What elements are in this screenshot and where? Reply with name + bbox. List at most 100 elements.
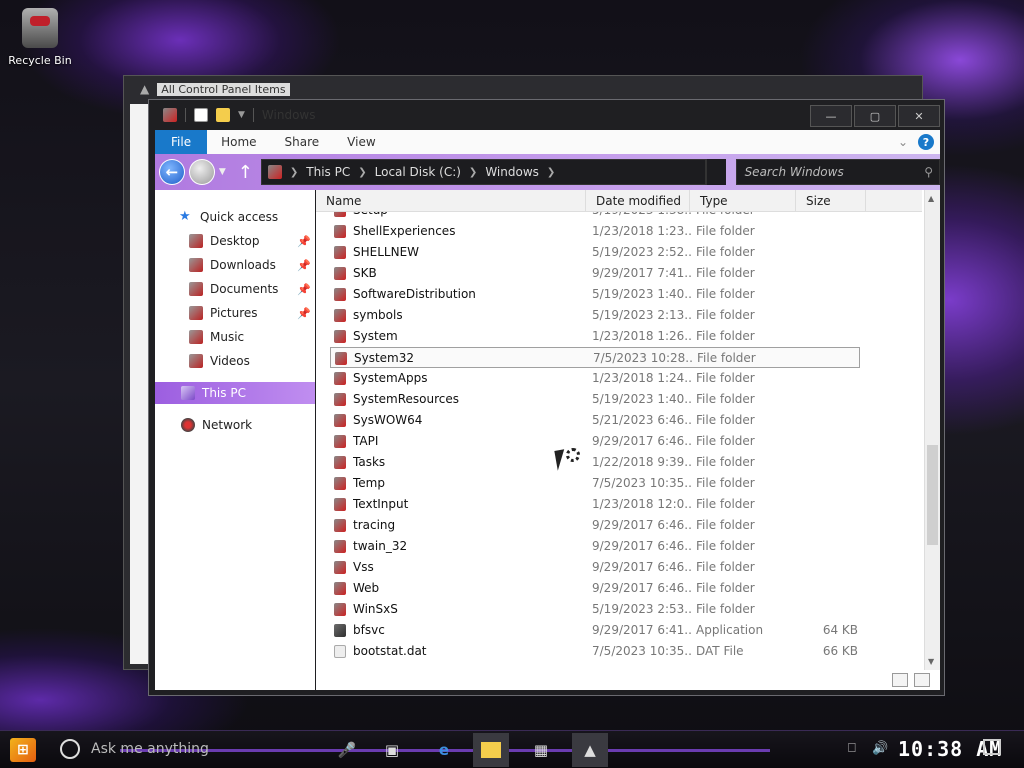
file-date: 1/23/2018 1:26... — [592, 329, 692, 343]
nav-item-downloads[interactable]: Downloads 📌 — [155, 254, 315, 276]
volume-icon[interactable]: 🔊 — [872, 741, 888, 756]
tab-home[interactable]: Home — [207, 130, 270, 154]
table-row[interactable]: System32 7/5/2023 10:28... File folder — [330, 347, 860, 368]
folder-icon — [334, 212, 346, 217]
nav-item-music[interactable]: Music — [155, 326, 315, 348]
table-row[interactable]: SystemResources 5/19/2023 1:40... File fol… — [316, 389, 922, 410]
table-row[interactable]: TAPI 9/29/2017 6:46... File folder — [316, 431, 922, 452]
table-row[interactable]: SystemApps 1/23/2018 1:24... File folder — [316, 368, 922, 389]
search-placeholder: Search Windows — [744, 165, 844, 179]
action-center-icon[interactable] — [983, 739, 1001, 755]
pin-icon[interactable]: 📌 — [297, 235, 311, 248]
table-row[interactable]: System 1/23/2018 1:26... File folder — [316, 326, 922, 347]
file-size: 64 KB — [822, 623, 858, 637]
up-button[interactable]: ↑ — [238, 162, 253, 183]
edge-icon[interactable]: e — [433, 739, 455, 761]
search-input[interactable]: Search Windows ⚲ — [735, 159, 940, 185]
details-view-icon[interactable] — [892, 673, 908, 687]
back-button[interactable]: ← — [159, 159, 185, 185]
breadcrumb-windows[interactable]: Windows — [485, 165, 539, 179]
breadcrumb-local-disk[interactable]: Local Disk (C:) — [375, 165, 461, 179]
customize-quick-access-icon[interactable]: ▼ — [238, 110, 245, 120]
file-size — [796, 599, 858, 620]
large-icons-view-icon[interactable] — [914, 673, 930, 687]
forward-button[interactable] — [188, 159, 215, 185]
recent-locations-chevron-icon[interactable]: ▼ — [219, 167, 226, 177]
table-row[interactable]: Vss 9/29/2017 6:46... File folder — [316, 557, 922, 578]
nav-network[interactable]: Network — [155, 414, 315, 436]
expand-ribbon-icon[interactable]: ⌄ — [898, 135, 908, 149]
nav-this-pc[interactable]: This PC — [155, 382, 315, 404]
pin-icon[interactable]: 📌 — [297, 259, 311, 272]
table-row[interactable]: twain_32 9/29/2017 6:46... File folder — [316, 536, 922, 557]
column-type[interactable]: Type — [690, 190, 796, 212]
recycle-bin-icon — [22, 8, 58, 48]
table-row[interactable]: bfsvc 9/29/2017 6:41... Application 64 KB — [316, 620, 922, 641]
file-size: 66 KB — [822, 644, 858, 658]
table-row[interactable]: tracing 9/29/2017 6:46... File folder — [316, 515, 922, 536]
chevron-right-icon[interactable]: ❯ — [290, 167, 298, 178]
table-row[interactable]: SysWOW64 5/21/2023 6:46... File folder — [316, 410, 922, 431]
vertical-scrollbar[interactable]: ▲ ▼ — [924, 190, 940, 670]
table-row[interactable]: symbols 5/19/2023 2:13... File folder — [316, 305, 922, 326]
scroll-up-icon[interactable]: ▲ — [928, 194, 934, 203]
cortana-icon[interactable] — [60, 739, 80, 759]
address-bar[interactable]: ❯ This PC ❯ Local Disk (C:) ❯ Windows ❯ — [260, 159, 706, 185]
microphone-icon[interactable]: 🎤 — [336, 739, 358, 761]
breadcrumb-this-pc[interactable]: This PC — [306, 165, 350, 179]
control-panel-content — [130, 104, 150, 664]
table-row[interactable]: Temp 7/5/2023 10:35... File folder — [316, 473, 922, 494]
column-size[interactable]: Size — [796, 190, 866, 212]
table-row[interactable]: bootstat.dat 7/5/2023 10:35... DAT File 66 … — [316, 641, 922, 662]
new-folder-icon[interactable] — [216, 108, 230, 122]
maximize-button[interactable]: ▢ — [854, 105, 896, 127]
properties-icon[interactable] — [194, 108, 208, 122]
pin-icon[interactable]: 📌 — [297, 307, 311, 320]
task-view-icon[interactable]: ▣ — [381, 739, 403, 761]
nav-item-desktop[interactable]: Desktop 📌 — [155, 230, 315, 252]
pin-icon[interactable]: 📌 — [297, 283, 311, 296]
nav-item-documents[interactable]: Documents 📌 — [155, 278, 315, 300]
refresh-button[interactable] — [705, 159, 726, 185]
column-name[interactable]: Name — [316, 190, 586, 212]
chevron-right-icon[interactable]: ❯ — [358, 167, 366, 178]
start-button[interactable]: ⊞ — [10, 738, 36, 762]
file-explorer-icon[interactable] — [473, 733, 509, 767]
table-row[interactable]: SHELLNEW 5/19/2023 2:52... File folder — [316, 242, 922, 263]
table-row[interactable]: TextInput 1/23/2018 12:0... File folder — [316, 494, 922, 515]
control-panel-taskbar-icon[interactable]: ▲ — [572, 733, 608, 767]
column-date-modified[interactable]: Date modified — [586, 190, 690, 212]
table-row[interactable]: Setup 5/19/2023 1:38... File folder — [316, 212, 922, 221]
nav-item-videos[interactable]: Videos — [155, 350, 315, 372]
table-row[interactable]: ShellExperiences 1/23/2018 1:23... File fo… — [316, 221, 922, 242]
chevron-right-icon[interactable]: ❯ — [469, 167, 477, 178]
help-icon[interactable]: ? — [918, 134, 934, 150]
file-type: File folder — [696, 392, 755, 406]
recycle-bin[interactable]: Recycle Bin — [8, 8, 72, 67]
network-tray-icon[interactable]: ⎕ — [848, 741, 856, 756]
tab-view[interactable]: View — [333, 130, 389, 154]
minimize-button[interactable]: — — [810, 105, 852, 127]
chevron-right-icon[interactable]: ❯ — [547, 167, 555, 178]
nav-label: Desktop — [210, 234, 260, 248]
table-row[interactable]: Web 9/29/2017 6:46... File folder — [316, 578, 922, 599]
close-button[interactable]: ✕ — [898, 105, 940, 127]
tab-file[interactable]: File — [155, 130, 208, 154]
tab-share[interactable]: Share — [271, 130, 334, 154]
explorer-window[interactable]: ▼ Windows — ▢ ✕ File Home Share View ⌄ ?… — [148, 99, 945, 696]
file-size — [796, 284, 858, 305]
table-row[interactable]: WinSxS 5/19/2023 2:53... File folder — [316, 599, 922, 620]
scrollbar-thumb[interactable] — [927, 445, 938, 545]
table-row[interactable]: SKB 9/29/2017 7:41... File folder — [316, 263, 922, 284]
file-name: TAPI — [353, 434, 379, 448]
taskbar-search[interactable]: Ask me anything — [91, 741, 209, 757]
title-bar[interactable]: ▼ Windows — ▢ ✕ — [149, 100, 944, 130]
nav-item-pictures[interactable]: Pictures 📌 — [155, 302, 315, 324]
scroll-down-icon[interactable]: ▼ — [928, 657, 934, 666]
nav-quick-access[interactable]: ★ Quick access — [155, 206, 315, 228]
file-type: File folder — [696, 212, 796, 221]
table-row[interactable]: SoftwareDistribution 5/19/2023 1:40... Fil… — [316, 284, 922, 305]
store-icon[interactable]: ▦ — [530, 739, 552, 761]
file-rows: Setup5/19/2023 1:38...File folderShellEx… — [316, 212, 922, 670]
table-row[interactable]: Tasks 1/22/2018 9:39... File folder — [316, 452, 922, 473]
